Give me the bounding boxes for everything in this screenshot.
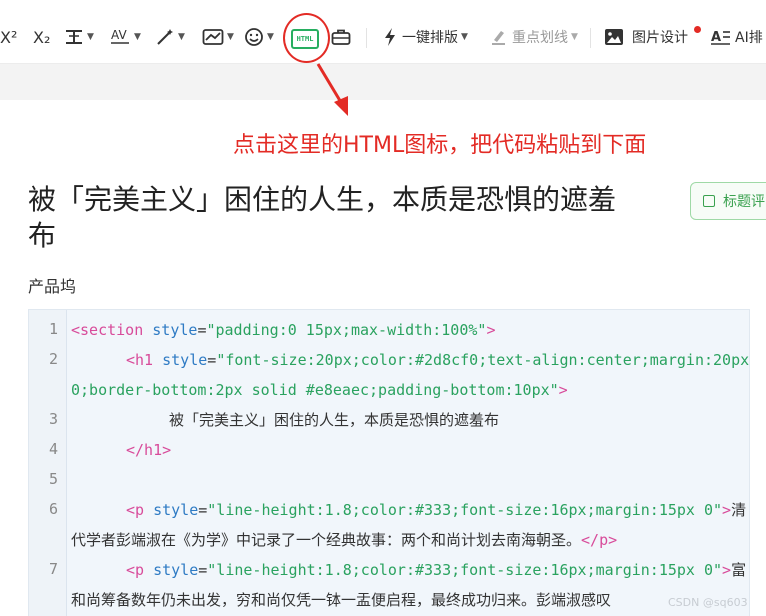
line-height-button[interactable]: ▼ bbox=[64, 22, 94, 52]
code-line[interactable]: 和尚筹备数年仍未出发，穷和尚仅凭一钵一盂便启程，最终成功归来。彭端淑感叹 bbox=[71, 585, 747, 615]
code-token: <p bbox=[126, 501, 154, 519]
notification-dot bbox=[694, 26, 701, 33]
code-token: = bbox=[207, 351, 217, 369]
code-token: = bbox=[198, 561, 208, 579]
code-line[interactable]: <p style="line-height:1.8;color:#333;fon… bbox=[71, 555, 747, 585]
emoji-button[interactable]: ▼ bbox=[244, 22, 274, 52]
code-token: 代学者彭端淑在《为学》中记录了一个经典故事：两个和尚计划去南海朝圣。 bbox=[71, 531, 582, 549]
subscript-button[interactable]: X₂ bbox=[33, 22, 50, 52]
code-token: "padding:0 15px;max-width:100%" bbox=[206, 321, 487, 339]
code-token: > bbox=[558, 381, 568, 399]
chevron-down-icon: ▼ bbox=[267, 32, 274, 42]
chevron-down-icon: ▼ bbox=[178, 32, 185, 42]
one-click-layout-label: 一键排版 bbox=[402, 30, 458, 46]
article-title[interactable]: 被「完美主义」困住的人生，本质是恐惧的遮羞布 bbox=[28, 182, 628, 254]
letter-spacing-icon: AV bbox=[111, 28, 129, 44]
letter-spacing-button[interactable]: AV ▼ bbox=[109, 22, 141, 52]
subscript-icon: X₂ bbox=[33, 27, 51, 47]
superscript-icon: X² bbox=[0, 27, 18, 47]
chart-button[interactable]: ▼ bbox=[202, 22, 234, 52]
title-eval-label: 标题评 bbox=[723, 194, 765, 210]
chevron-down-icon: ▼ bbox=[134, 32, 141, 42]
code-token: <section bbox=[71, 321, 153, 339]
highlight-underline-label: 重点划线 bbox=[512, 30, 568, 46]
line-number: 1 bbox=[48, 320, 58, 338]
code-token: 清 bbox=[731, 501, 747, 519]
superscript-button[interactable]: X² bbox=[0, 22, 17, 52]
code-token: <h1 bbox=[126, 351, 163, 369]
ai-layout-label: AI排 bbox=[735, 30, 763, 46]
code-line[interactable]: 代学者彭端淑在《为学》中记录了一个经典故事：两个和尚计划去南海朝圣。</p> bbox=[71, 525, 747, 555]
magic-wand-icon bbox=[157, 29, 173, 45]
line-number: 5 bbox=[48, 470, 58, 488]
code-token: 被「完美主义」困住的人生，本质是恐惧的遮羞布 bbox=[169, 411, 500, 429]
check-box-icon bbox=[703, 195, 715, 207]
code-token: = bbox=[198, 501, 208, 519]
code-token: </p> bbox=[581, 531, 618, 549]
watermark: CSDN @sq603 bbox=[668, 596, 748, 609]
line-number: 6 bbox=[48, 500, 58, 518]
image-design-label: 图片设计 bbox=[632, 30, 688, 46]
toolbox-icon bbox=[331, 29, 351, 45]
editor-toolbar: X² X₂ ▼ AV ▼ ▼ ▼ ▼ HTML 一键排版 ▼ 重点划线 ▼ 图片… bbox=[0, 0, 766, 64]
chevron-down-icon: ▼ bbox=[227, 32, 234, 42]
line-number-gutter: 1 2 3 4 5 6 7 bbox=[29, 310, 67, 616]
annotation-text: 点击这里的HTML图标，把代码粘贴到下面 bbox=[233, 133, 647, 158]
code-line[interactable]: 被「完美主义」困住的人生，本质是恐惧的遮羞布 bbox=[71, 405, 747, 435]
code-line[interactable]: </h1> bbox=[71, 435, 747, 465]
title-eval-button[interactable]: 标题评 bbox=[690, 182, 766, 220]
code-token: style bbox=[153, 501, 199, 519]
chart-icon bbox=[202, 29, 224, 45]
lightning-icon bbox=[385, 28, 395, 46]
code-line[interactable]: <p style="line-height:1.8;color:#333;fon… bbox=[71, 495, 747, 525]
code-token: > bbox=[722, 501, 732, 519]
highlighter-icon bbox=[492, 31, 505, 45]
ai-text-icon: A bbox=[711, 30, 730, 45]
toolbar-divider bbox=[590, 28, 591, 48]
code-line[interactable]: <h1 style="font-size:20px;color:#2d8cf0;… bbox=[71, 345, 750, 375]
line-number: 3 bbox=[48, 410, 58, 428]
chevron-down-icon: ▼ bbox=[571, 32, 578, 42]
toolbar-divider bbox=[366, 28, 367, 48]
image-icon bbox=[605, 29, 623, 45]
code-editor[interactable]: 1234567 <section style="padding:0 15px;m… bbox=[28, 309, 750, 616]
code-token: "font-size:20px;color:#2d8cf0;text-align… bbox=[216, 351, 750, 369]
chevron-down-icon: ▼ bbox=[461, 32, 468, 42]
line-number: 4 bbox=[48, 440, 58, 458]
one-click-layout-button[interactable]: 一键排版 ▼ bbox=[383, 22, 468, 52]
code-token: style bbox=[152, 321, 198, 339]
line-number: 2 bbox=[48, 350, 58, 368]
image-design-button[interactable]: 图片设计 bbox=[604, 22, 688, 52]
line-height-icon bbox=[66, 30, 82, 44]
toolbar-spacer bbox=[0, 64, 766, 100]
svg-text:A: A bbox=[711, 30, 721, 45]
toolbox-button[interactable] bbox=[331, 22, 351, 52]
code-line[interactable]: <section style="padding:0 15px;max-width… bbox=[71, 315, 747, 345]
magic-wand-button[interactable]: ▼ bbox=[155, 22, 185, 52]
line-number: 7 bbox=[48, 560, 58, 578]
svg-text:AV: AV bbox=[111, 28, 127, 42]
code-token: style bbox=[162, 351, 208, 369]
chevron-down-icon: ▼ bbox=[87, 32, 94, 42]
code-token: style bbox=[153, 561, 199, 579]
article-author[interactable]: 产品坞 bbox=[28, 273, 76, 297]
annotation-circle bbox=[283, 13, 330, 63]
highlight-underline-button[interactable]: 重点划线 ▼ bbox=[491, 22, 578, 52]
code-token: </h1> bbox=[126, 441, 172, 459]
code-token: "line-height:1.8;color:#333;font-size:16… bbox=[207, 501, 723, 519]
code-token: > bbox=[722, 561, 732, 579]
code-line[interactable]: 0;border-bottom:2px solid #e8eaec;paddin… bbox=[71, 375, 747, 405]
code-token: > bbox=[486, 321, 496, 339]
ai-layout-button[interactable]: A AI排 bbox=[711, 22, 763, 52]
code-token: <p bbox=[126, 561, 154, 579]
code-token: "line-height:1.8;color:#333;font-size:16… bbox=[207, 561, 723, 579]
code-token: 富 bbox=[731, 561, 747, 579]
emoji-icon bbox=[245, 28, 263, 46]
code-token: 和尚筹备数年仍未出发，穷和尚仅凭一钵一盂便启程，最终成功归来。彭端淑感叹 bbox=[71, 591, 612, 609]
code-token: 0;border-bottom:2px solid #e8eaec;paddin… bbox=[71, 381, 559, 399]
